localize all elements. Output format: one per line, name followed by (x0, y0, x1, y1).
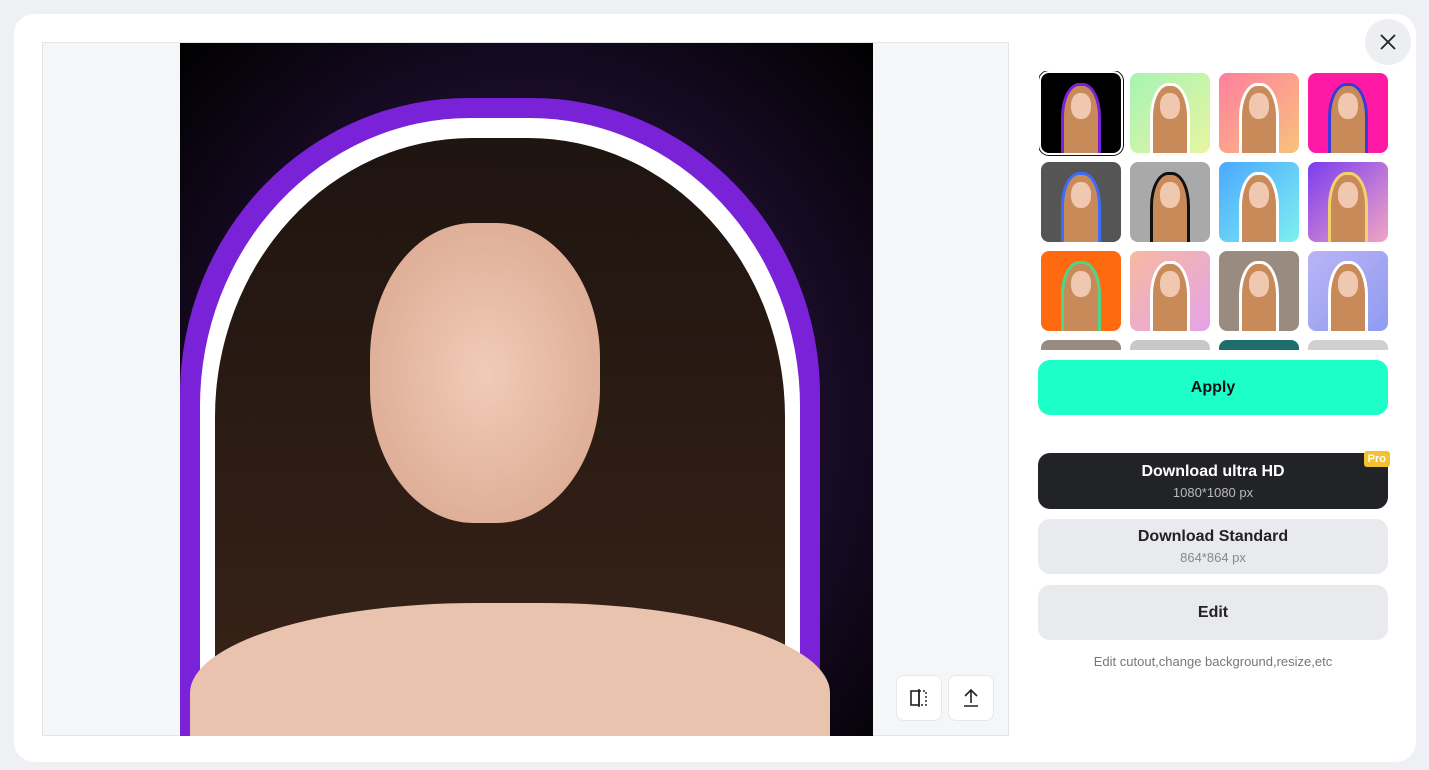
template-thumbnail[interactable] (1041, 340, 1121, 350)
template-thumbnail[interactable] (1130, 340, 1210, 350)
template-grid[interactable] (1039, 71, 1389, 350)
close-icon (1380, 34, 1396, 50)
template-thumbnail[interactable] (1219, 73, 1299, 153)
pro-badge: Pro (1363, 451, 1390, 467)
download-ultra-hd-button[interactable]: Download ultra HD 1080*1080 px Pro (1038, 451, 1390, 509)
template-thumbnail[interactable] (1219, 162, 1299, 242)
template-thumbnail[interactable] (1308, 340, 1388, 350)
download-hd-size: 1080*1080 px (1172, 484, 1254, 500)
compare-icon (910, 689, 927, 707)
image-preview (42, 42, 1009, 736)
upload-button[interactable] (948, 675, 994, 721)
template-thumbnail[interactable] (1219, 340, 1299, 350)
template-thumbnail[interactable] (1308, 162, 1388, 242)
template-thumbnail[interactable] (1308, 251, 1388, 331)
download-hd-label: Download ultra HD (1141, 462, 1285, 480)
close-button[interactable] (1365, 19, 1411, 65)
result-image (180, 43, 873, 736)
download-standard-button[interactable]: Download Standard 864*864 px (1038, 519, 1388, 574)
edit-button[interactable]: Edit (1038, 585, 1388, 640)
edit-label: Edit (1197, 603, 1229, 621)
template-thumbnail[interactable] (1130, 251, 1210, 331)
template-thumbnail[interactable] (1130, 162, 1210, 242)
apply-button[interactable]: Apply (1038, 360, 1388, 415)
template-thumbnail[interactable] (1041, 73, 1121, 153)
download-standard-size: 864*864 px (1180, 550, 1246, 565)
template-thumbnail[interactable] (1219, 251, 1299, 331)
compare-button[interactable] (896, 675, 942, 721)
template-thumbnail[interactable] (1308, 73, 1388, 153)
download-standard-label: Download Standard (1137, 528, 1289, 545)
template-thumbnail[interactable] (1130, 73, 1210, 153)
result-modal: Apply Download ultra HD 1080*1080 px Pro… (14, 14, 1416, 762)
upload-icon (964, 688, 978, 707)
template-thumbnail[interactable] (1041, 162, 1121, 242)
edit-caption: Edit cutout,change background,resize,etc (1093, 654, 1333, 669)
template-thumbnail[interactable] (1041, 251, 1121, 331)
apply-label: Apply (1190, 378, 1236, 396)
